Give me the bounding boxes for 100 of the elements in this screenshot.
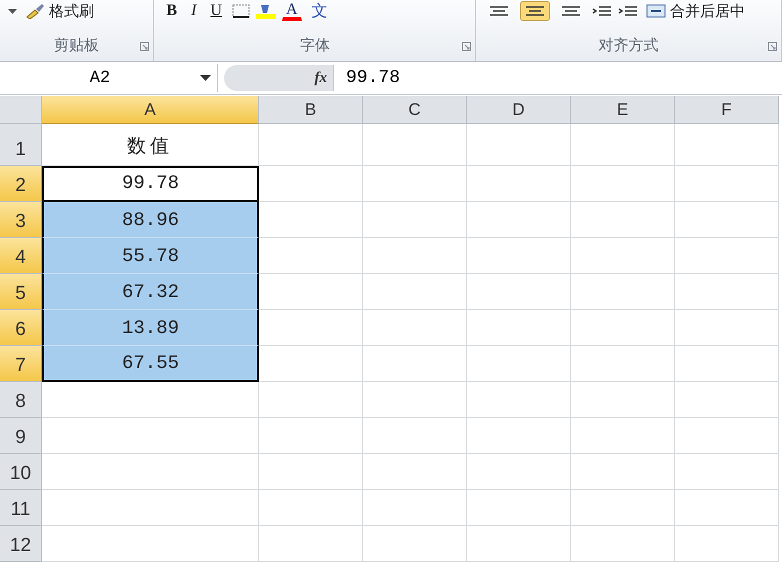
- table-cell[interactable]: [467, 454, 571, 490]
- insert-function-button[interactable]: fx: [314, 70, 327, 86]
- bold-button[interactable]: B: [162, 1, 182, 21]
- align-button[interactable]: [520, 1, 550, 21]
- table-cell[interactable]: [571, 274, 675, 310]
- table-cell[interactable]: [363, 346, 467, 382]
- table-cell[interactable]: [363, 526, 467, 562]
- fill-color-icon[interactable]: [256, 3, 276, 19]
- table-cell[interactable]: 88.96: [42, 202, 259, 238]
- table-cell[interactable]: [675, 490, 779, 526]
- table-cell[interactable]: [571, 166, 675, 202]
- column-header[interactable]: F: [675, 96, 779, 124]
- table-cell[interactable]: [259, 418, 363, 454]
- merge-center-button[interactable]: 合并后居中: [644, 1, 748, 21]
- table-cell[interactable]: [259, 310, 363, 346]
- table-cell[interactable]: [467, 346, 571, 382]
- table-cell[interactable]: 67.32: [42, 274, 259, 310]
- row-header[interactable]: 9: [0, 418, 42, 454]
- table-cell[interactable]: [363, 166, 467, 202]
- table-cell[interactable]: [675, 124, 779, 166]
- table-cell[interactable]: [675, 346, 779, 382]
- table-cell[interactable]: [467, 526, 571, 562]
- table-cell[interactable]: [675, 454, 779, 490]
- table-cell[interactable]: [467, 202, 571, 238]
- table-cell[interactable]: [675, 238, 779, 274]
- table-cell[interactable]: [467, 274, 571, 310]
- table-cell[interactable]: [259, 454, 363, 490]
- font-color-button[interactable]: A: [282, 1, 302, 21]
- table-cell[interactable]: [571, 310, 675, 346]
- column-header[interactable]: E: [571, 96, 675, 124]
- table-cell[interactable]: [571, 418, 675, 454]
- select-all-corner[interactable]: [0, 96, 42, 124]
- row-header[interactable]: 7: [0, 346, 42, 382]
- table-cell[interactable]: [42, 526, 259, 562]
- row-header[interactable]: 3: [0, 202, 42, 238]
- table-cell[interactable]: [675, 274, 779, 310]
- table-cell[interactable]: [675, 166, 779, 202]
- table-cell[interactable]: [259, 382, 363, 418]
- row-header[interactable]: 10: [0, 454, 42, 490]
- table-cell[interactable]: [363, 274, 467, 310]
- table-cell[interactable]: [363, 238, 467, 274]
- table-cell[interactable]: [467, 124, 571, 166]
- caret-icon[interactable]: [8, 8, 17, 14]
- table-cell[interactable]: [571, 382, 675, 418]
- table-cell[interactable]: [675, 202, 779, 238]
- table-cell[interactable]: [363, 124, 467, 166]
- table-cell[interactable]: [259, 124, 363, 166]
- dialog-launcher-icon[interactable]: [768, 42, 777, 51]
- table-cell[interactable]: [259, 238, 363, 274]
- table-cell[interactable]: [42, 382, 259, 418]
- table-cell[interactable]: [363, 382, 467, 418]
- table-cell[interactable]: [259, 166, 363, 202]
- table-cell[interactable]: [467, 310, 571, 346]
- phonetic-button[interactable]: 文: [308, 1, 332, 21]
- indent-icon[interactable]: [592, 5, 612, 17]
- formula-input[interactable]: 99.78: [346, 68, 400, 88]
- italic-button[interactable]: I: [187, 1, 200, 21]
- table-cell[interactable]: [42, 454, 259, 490]
- table-cell[interactable]: [259, 202, 363, 238]
- row-header[interactable]: 5: [0, 274, 42, 310]
- table-cell[interactable]: [571, 124, 675, 166]
- table-cell[interactable]: [675, 418, 779, 454]
- table-cell[interactable]: [467, 238, 571, 274]
- row-header[interactable]: 1: [0, 124, 42, 166]
- table-cell[interactable]: [467, 418, 571, 454]
- indent-icon[interactable]: [618, 5, 638, 17]
- dialog-launcher-icon[interactable]: [140, 42, 150, 51]
- table-cell[interactable]: [363, 454, 467, 490]
- table-cell[interactable]: [363, 418, 467, 454]
- table-cell[interactable]: [571, 202, 675, 238]
- table-cell[interactable]: 数值: [42, 124, 259, 166]
- table-cell[interactable]: 13.89: [42, 310, 259, 346]
- row-header[interactable]: 11: [0, 490, 42, 526]
- table-cell[interactable]: [42, 418, 259, 454]
- row-header[interactable]: 2: [0, 166, 42, 202]
- caret-icon[interactable]: [200, 75, 211, 81]
- table-cell[interactable]: [363, 202, 467, 238]
- table-cell[interactable]: [467, 382, 571, 418]
- border-icon[interactable]: [232, 4, 250, 18]
- table-cell[interactable]: [571, 526, 675, 562]
- table-cell[interactable]: [571, 238, 675, 274]
- table-cell[interactable]: [259, 274, 363, 310]
- table-cell[interactable]: [363, 490, 467, 526]
- table-cell[interactable]: [675, 382, 779, 418]
- table-cell[interactable]: [467, 166, 571, 202]
- table-cell[interactable]: [571, 454, 675, 490]
- table-cell[interactable]: [259, 346, 363, 382]
- table-cell[interactable]: [571, 490, 675, 526]
- table-cell[interactable]: [467, 490, 571, 526]
- table-cell[interactable]: 55.78: [42, 238, 259, 274]
- table-cell[interactable]: [259, 526, 363, 562]
- column-header[interactable]: A: [42, 96, 259, 124]
- table-cell[interactable]: [675, 526, 779, 562]
- table-cell[interactable]: 67.55: [42, 346, 259, 382]
- format-painter-button[interactable]: 格式刷: [23, 1, 96, 21]
- row-header[interactable]: 12: [0, 526, 42, 562]
- dialog-launcher-icon[interactable]: [462, 42, 472, 51]
- underline-button[interactable]: U: [206, 1, 226, 21]
- column-header[interactable]: C: [363, 96, 467, 124]
- table-cell[interactable]: [571, 346, 675, 382]
